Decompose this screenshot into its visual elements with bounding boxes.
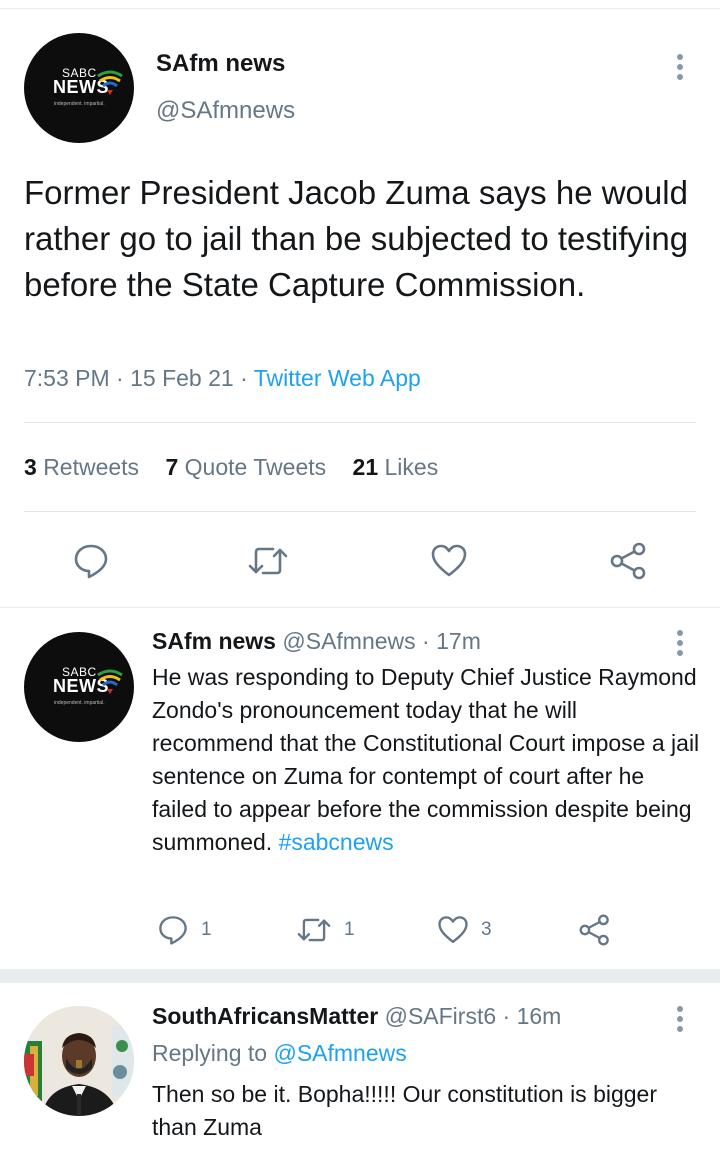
meta-separator: · bbox=[116, 365, 124, 391]
user-avatar[interactable] bbox=[24, 1006, 134, 1116]
header-separator: · bbox=[422, 628, 430, 654]
retweet-icon[interactable] bbox=[247, 542, 289, 580]
sabc-news-logo: SABC NEWS independent. impartial. bbox=[24, 632, 134, 742]
tweet-text: Former President Jacob Zuma says he woul… bbox=[24, 174, 689, 303]
reply-text: He was responding to Deputy Chief Justic… bbox=[152, 664, 700, 855]
more-options-icon[interactable] bbox=[676, 1006, 684, 1036]
retweets-stat[interactable]: 3 Retweets bbox=[24, 454, 139, 480]
like-count: 3 bbox=[481, 919, 492, 940]
share-icon bbox=[579, 914, 609, 946]
tweet-separator bbox=[0, 607, 720, 608]
share-action[interactable] bbox=[578, 914, 624, 946]
tweet-stats: 3 Retweets 7 Quote Tweets 21 Likes bbox=[24, 454, 438, 481]
retweet-count: 1 bbox=[344, 919, 355, 940]
meta-separator: · bbox=[240, 365, 248, 391]
sabc-news-logo: SABC NEWS independent. impartial. bbox=[24, 33, 134, 143]
tweet-source-link[interactable]: Twitter Web App bbox=[254, 365, 421, 391]
tweet-meta: 7:53 PM · 15 Feb 21 · Twitter Web App bbox=[24, 365, 421, 392]
quote-tweets-stat[interactable]: 7 Quote Tweets bbox=[165, 454, 326, 480]
reply-avatar[interactable]: SABC NEWS independent. impartial. bbox=[24, 632, 134, 742]
reply-header: SAfm news @SAfmnews · 17m bbox=[152, 628, 481, 655]
person-photo-icon bbox=[24, 1006, 134, 1116]
like-icon bbox=[438, 916, 468, 943]
reply-author-name[interactable]: SouthAfricansMatter bbox=[152, 1003, 378, 1029]
sabc-signal-icon bbox=[97, 70, 123, 95]
reply-icon bbox=[159, 916, 187, 945]
tweet-time: 7:53 PM bbox=[24, 365, 110, 391]
reply-icon[interactable] bbox=[72, 542, 110, 580]
share-icon[interactable] bbox=[609, 542, 649, 580]
reply-count: 1 bbox=[201, 919, 212, 940]
reply-author-handle[interactable]: @SAfmnews bbox=[282, 628, 415, 654]
conversation-separator bbox=[0, 969, 720, 983]
replying-to: Replying to @SAfmnews bbox=[152, 1040, 407, 1066]
reply-action[interactable]: 1 bbox=[157, 914, 212, 946]
tweet-date: 15 Feb 21 bbox=[130, 365, 234, 391]
reply-text: Then so be it. Bopha!!!!! Our constituti… bbox=[152, 1081, 658, 1140]
retweet-icon bbox=[297, 918, 331, 942]
like-icon[interactable] bbox=[430, 542, 468, 580]
author-avatar[interactable]: SABC NEWS independent. impartial. bbox=[24, 33, 134, 143]
like-action[interactable]: 3 bbox=[437, 914, 492, 946]
divider bbox=[24, 422, 696, 423]
reply-header: SouthAfricansMatter @SAFirst6 · 16m bbox=[152, 1003, 561, 1030]
more-options-icon[interactable] bbox=[676, 54, 684, 84]
sabc-signal-icon bbox=[97, 669, 123, 694]
retweet-action[interactable]: 1 bbox=[296, 914, 355, 946]
top-border bbox=[0, 8, 720, 9]
replying-to-handle[interactable]: @SAfmnews bbox=[273, 1040, 406, 1066]
reply-author-name[interactable]: SAfm news bbox=[152, 628, 276, 654]
reply-time[interactable]: 16m bbox=[517, 1003, 562, 1029]
divider bbox=[24, 511, 696, 512]
author-name[interactable]: SAfm news bbox=[156, 50, 285, 78]
more-options-icon[interactable] bbox=[676, 630, 684, 660]
likes-stat[interactable]: 21 Likes bbox=[353, 454, 439, 480]
reply-time[interactable]: 17m bbox=[436, 628, 481, 654]
hashtag-link[interactable]: #sabcnews bbox=[279, 829, 394, 855]
reply-author-handle[interactable]: @SAFirst6 bbox=[385, 1003, 497, 1029]
author-handle[interactable]: @SAfmnews bbox=[156, 97, 295, 125]
